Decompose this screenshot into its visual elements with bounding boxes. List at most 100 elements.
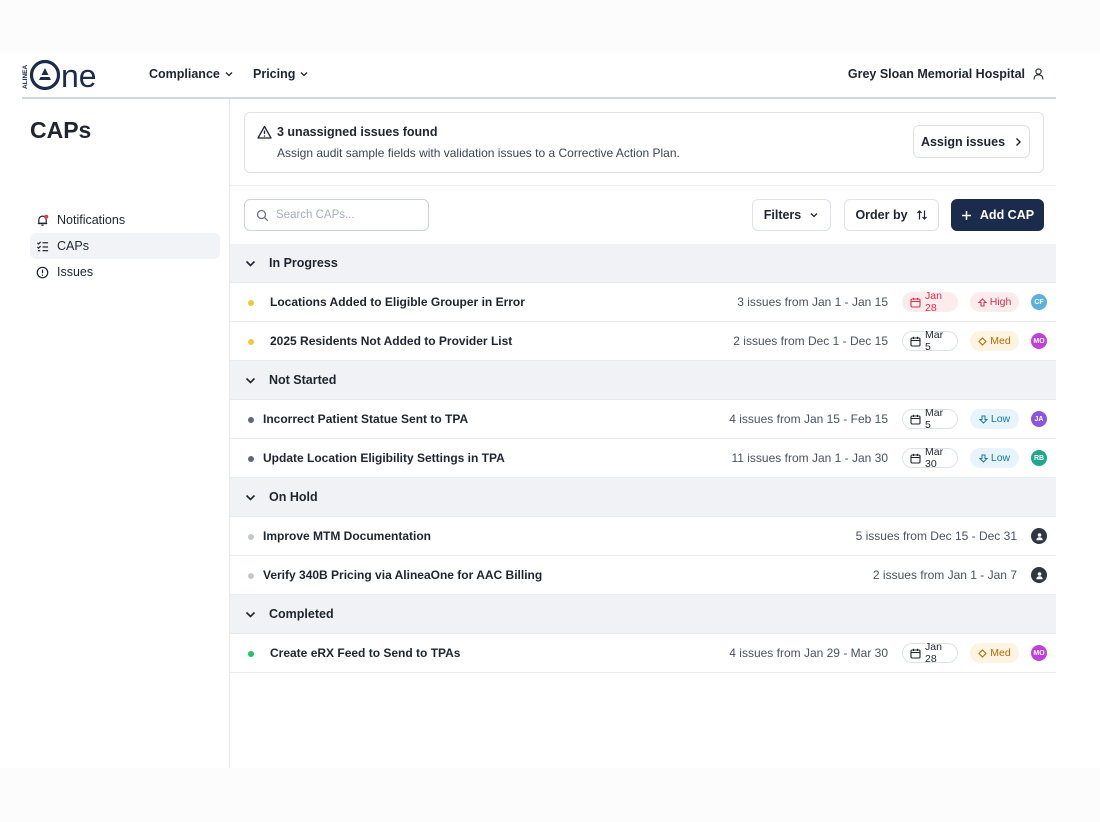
assignee-avatar[interactable]: MO (1031, 333, 1047, 349)
due-date-badge[interactable]: Mar 5 (902, 407, 958, 431)
priority-badge[interactable]: High (970, 292, 1019, 312)
group-label: On Hold (269, 490, 318, 504)
cap-meta: 4 issues from Jan 15 - Feb 15 Mar 5 Low JA (729, 400, 1056, 438)
alinea-one-logo[interactable]: ALINEA ne (22, 58, 114, 94)
cap-row[interactable]: Create eRX Feed to Send to TPAs 4 issues … (230, 634, 1056, 673)
chevron-down-icon (225, 72, 233, 77)
group-header-completed[interactable]: Completed (230, 595, 1056, 634)
priority-label: Med (990, 335, 1011, 347)
divider (230, 185, 1056, 186)
pricing-menu-label: Pricing (253, 67, 296, 81)
chevron-down-icon[interactable] (244, 608, 257, 621)
diamond-arrow-icon (978, 336, 987, 346)
add-cap-label: Add CAP (979, 208, 1035, 222)
cap-meta: 11 issues from Jan 1 - Jan 30 Mar 30 Low RB (731, 439, 1056, 477)
priority-label: Med (990, 647, 1011, 659)
due-date-badge[interactable]: Jan 28 (902, 290, 958, 314)
pricing-menu[interactable]: Pricing (253, 67, 309, 81)
group-label: Not Started (269, 373, 337, 387)
chevron-down-icon[interactable] (244, 257, 257, 270)
group-header-on-hold[interactable]: On Hold (230, 478, 1056, 517)
diamond-arrow-icon (978, 648, 987, 658)
calendar-icon (910, 648, 921, 659)
assignee-avatar[interactable]: CF (1031, 294, 1047, 310)
group-header-in-progress[interactable]: In Progress (230, 244, 1056, 283)
priority-badge[interactable]: Low (970, 409, 1019, 429)
cap-row[interactable]: Verify 340B Pricing via AlineaOne for AA… (230, 556, 1056, 595)
chevron-down-icon (300, 72, 308, 77)
cap-row[interactable]: 2025 Residents Not Added to Provider Lis… (230, 322, 1056, 361)
compliance-menu[interactable]: Compliance (149, 67, 234, 81)
cap-title[interactable]: Incorrect Patient Statue Sent to TPA (263, 412, 468, 426)
priority-badge[interactable]: Med (970, 643, 1019, 663)
cap-title[interactable]: Locations Added to Eligible Grouper in E… (270, 295, 525, 309)
calendar-icon (910, 297, 921, 308)
issues-range: 2 issues from Dec 1 - Dec 15 (733, 334, 888, 348)
search-icon (256, 209, 269, 221)
sidebar-item-notifications[interactable]: Notifications (30, 207, 220, 233)
assignee-avatar[interactable]: JA (1031, 411, 1047, 427)
cap-title[interactable]: 2025 Residents Not Added to Provider Lis… (270, 334, 512, 348)
status-dot (248, 339, 254, 345)
sidebar-item-label: CAPs (57, 239, 89, 253)
user-icon (1035, 571, 1043, 579)
chevron-right-icon (1016, 137, 1022, 146)
cap-title[interactable]: Improve MTM Documentation (263, 529, 431, 543)
due-date: Jan 28 (925, 641, 942, 665)
chevron-down-icon[interactable] (244, 491, 257, 504)
order-by-button[interactable]: Order by (844, 199, 939, 231)
sidebar-item-label: Issues (57, 265, 94, 279)
sidebar: CAPs Notifications CAPs Issues (0, 99, 230, 768)
cap-row[interactable]: Improve MTM Documentation 5 issues from D… (230, 517, 1056, 556)
cap-title[interactable]: Create eRX Feed to Send to TPAs (270, 646, 460, 660)
group-label: Completed (269, 607, 334, 621)
due-date-badge[interactable]: Mar 5 (902, 329, 958, 353)
calendar-icon (910, 414, 921, 425)
cap-title[interactable]: Verify 340B Pricing via AlineaOne for AA… (263, 568, 542, 582)
issues-range: 4 issues from Jan 15 - Feb 15 (729, 412, 888, 426)
cap-meta: 2 issues from Jan 1 - Jan 7 (873, 556, 1056, 594)
filters-label: Filters (763, 208, 802, 222)
issues-range: 11 issues from Jan 1 - Jan 30 (731, 451, 888, 465)
organization-switcher[interactable]: Grey Sloan Memorial Hospital (848, 67, 1044, 81)
cap-title[interactable]: Update Location Eligibility Settings in … (263, 451, 505, 465)
assign-issues-label: Assign issues (920, 134, 1006, 149)
sidebar-item-issues[interactable]: Issues (30, 259, 220, 285)
cap-row[interactable]: Locations Added to Eligible Grouper in E… (230, 283, 1056, 322)
unassigned-avatar[interactable] (1031, 528, 1047, 544)
cap-meta: 3 issues from Jan 1 - Jan 15 Jan 28 High CF (737, 283, 1056, 321)
status-dot (248, 651, 254, 657)
chevron-down-icon (810, 213, 818, 218)
priority-badge[interactable]: Low (970, 448, 1019, 468)
search-box[interactable] (244, 199, 429, 231)
page-title: CAPs (30, 117, 92, 143)
priority-label: Low (990, 452, 1011, 464)
list-check-icon (36, 240, 49, 251)
search-input[interactable] (276, 209, 416, 221)
due-date-badge[interactable]: Jan 28 (902, 641, 958, 665)
assign-issues-button[interactable]: Assign issues (913, 125, 1030, 158)
sort-arrows-icon (916, 210, 927, 220)
svg-text:ALINEA: ALINEA (22, 65, 29, 90)
cap-row[interactable]: Update Location Eligibility Settings in … (230, 439, 1056, 478)
assignee-avatar[interactable]: RB (1031, 450, 1047, 466)
plus-icon (961, 210, 971, 220)
sidebar-item-caps[interactable]: CAPs (30, 233, 220, 259)
group-header-not-started[interactable]: Not Started (230, 361, 1056, 400)
status-dot (248, 300, 254, 306)
status-dot (248, 573, 254, 579)
cap-meta: 5 issues from Dec 15 - Dec 31 (856, 517, 1056, 555)
due-date: Mar 5 (925, 407, 944, 431)
organization-name: Grey Sloan Memorial Hospital (847, 67, 1025, 81)
unassigned-avatar[interactable] (1031, 567, 1047, 583)
cap-row[interactable]: Incorrect Patient Statue Sent to TPA 4 is… (230, 400, 1056, 439)
priority-label: High (989, 296, 1012, 308)
add-cap-button[interactable]: Add CAP (951, 199, 1044, 231)
alert-circle-icon (36, 266, 49, 278)
priority-badge[interactable]: Med (970, 331, 1019, 351)
assignee-avatar[interactable]: MO (1031, 645, 1047, 661)
filters-button[interactable]: Filters (752, 199, 831, 231)
chevron-down-icon[interactable] (244, 374, 257, 387)
compliance-menu-label: Compliance (149, 67, 220, 81)
due-date-badge[interactable]: Mar 30 (902, 446, 958, 470)
